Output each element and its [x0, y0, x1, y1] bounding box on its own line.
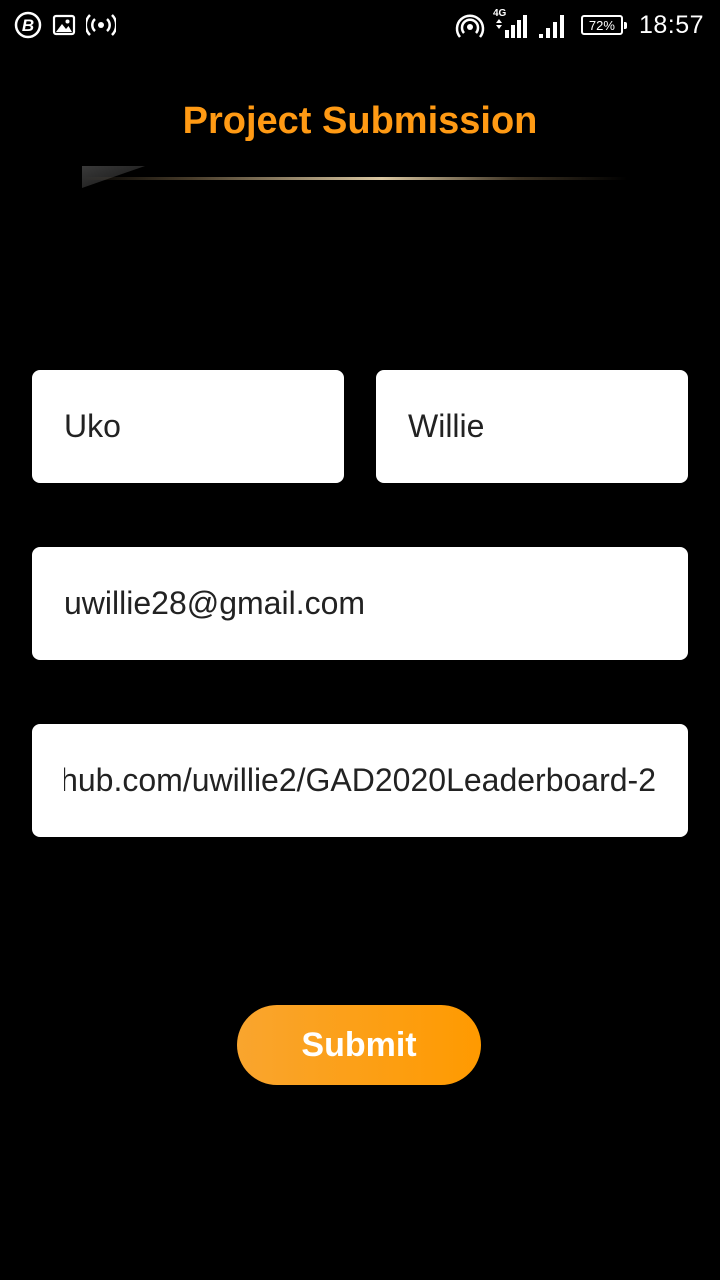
- hotspot-icon: [86, 13, 116, 37]
- status-bar: B 4G 72% 18:57: [0, 0, 720, 50]
- divider-line: [82, 177, 627, 180]
- battery-icon: 72%: [580, 15, 627, 35]
- last-name-input[interactable]: [376, 370, 688, 483]
- battery-percent: 72%: [588, 17, 615, 33]
- wifi-hotspot-icon: [455, 10, 485, 40]
- submit-button[interactable]: Submit: [237, 1005, 481, 1085]
- status-clock: 18:57: [638, 10, 704, 39]
- status-bar-right: 4G 72% 18:57: [455, 8, 704, 42]
- first-name-field[interactable]: [32, 370, 344, 483]
- last-name-field[interactable]: [376, 370, 688, 483]
- b-badge-icon: B: [14, 11, 42, 39]
- signal-icon: [537, 10, 567, 40]
- first-name-input[interactable]: [32, 370, 344, 483]
- title-divider: [82, 166, 627, 190]
- page-title: Project Submission: [182, 100, 538, 142]
- signal-4g-icon: 4G: [493, 8, 529, 40]
- project-link-field[interactable]: github.com/uwillie2/GAD2020Leaderboard-2: [32, 724, 688, 837]
- status-bar-left: B: [14, 10, 116, 40]
- email-field[interactable]: [32, 547, 688, 660]
- project-link-clip: github.com/uwillie2/GAD2020Leaderboard-2: [64, 724, 656, 837]
- image-icon: [52, 13, 76, 37]
- svg-text:B: B: [22, 16, 34, 35]
- project-link-input[interactable]: github.com/uwillie2/GAD2020Leaderboard-2: [64, 724, 656, 837]
- email-input[interactable]: [32, 547, 688, 660]
